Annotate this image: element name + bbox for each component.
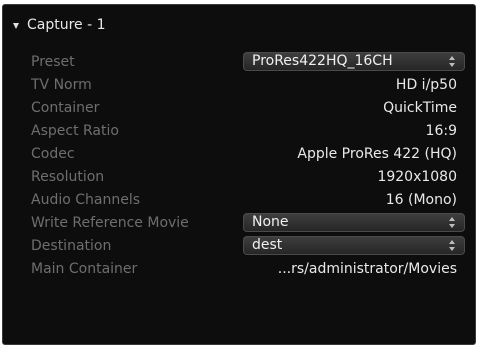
section-header[interactable]: Capture - 1 bbox=[13, 15, 106, 35]
row-write-reference-movie: Write Reference Movie None bbox=[3, 212, 475, 235]
up-down-stepper-icon bbox=[449, 240, 456, 251]
up-down-stepper-icon bbox=[449, 217, 456, 228]
codec-label: Codec bbox=[31, 146, 75, 162]
capture-panel: Capture - 1 Preset ProRes422HQ_16CH TV N… bbox=[2, 4, 476, 345]
resolution-value: 1920x1080 bbox=[377, 169, 457, 185]
container-value: QuickTime bbox=[383, 100, 457, 116]
aspect-ratio-label: Aspect Ratio bbox=[31, 123, 119, 139]
write-reference-movie-select[interactable]: None bbox=[243, 213, 465, 232]
properties-list: Preset ProRes422HQ_16CH TV Norm HD i/p50… bbox=[3, 51, 475, 281]
up-down-stepper-icon bbox=[449, 56, 456, 67]
write-reference-movie-select-value: None bbox=[252, 214, 289, 230]
destination-select[interactable]: dest bbox=[243, 236, 465, 255]
row-tv-norm: TV Norm HD i/p50 bbox=[3, 74, 475, 97]
tv-norm-label: TV Norm bbox=[31, 77, 92, 93]
audio-channels-value: 16 (Mono) bbox=[385, 192, 457, 208]
preset-select[interactable]: ProRes422HQ_16CH bbox=[243, 52, 465, 71]
row-resolution: Resolution 1920x1080 bbox=[3, 166, 475, 189]
codec-value: Apple ProRes 422 (HQ) bbox=[297, 146, 457, 162]
aspect-ratio-value: 16:9 bbox=[425, 123, 457, 139]
row-destination: Destination dest bbox=[3, 235, 475, 258]
destination-label: Destination bbox=[31, 238, 112, 254]
preset-label: Preset bbox=[31, 54, 75, 70]
row-main-container: Main Container ...rs/administrator/Movie… bbox=[3, 258, 475, 281]
row-container: Container QuickTime bbox=[3, 97, 475, 120]
resolution-label: Resolution bbox=[31, 169, 105, 185]
tv-norm-value: HD i/p50 bbox=[395, 77, 457, 93]
disclosure-triangle-icon[interactable] bbox=[13, 22, 19, 29]
row-codec: Codec Apple ProRes 422 (HQ) bbox=[3, 143, 475, 166]
row-audio-channels: Audio Channels 16 (Mono) bbox=[3, 189, 475, 212]
write-reference-movie-label: Write Reference Movie bbox=[31, 215, 189, 231]
container-label: Container bbox=[31, 100, 100, 116]
main-container-label: Main Container bbox=[31, 261, 138, 277]
row-aspect-ratio: Aspect Ratio 16:9 bbox=[3, 120, 475, 143]
row-preset: Preset ProRes422HQ_16CH bbox=[3, 51, 475, 74]
main-container-value: ...rs/administrator/Movies bbox=[277, 261, 457, 277]
audio-channels-label: Audio Channels bbox=[31, 192, 141, 208]
section-title: Capture - 1 bbox=[27, 17, 106, 33]
preset-select-value: ProRes422HQ_16CH bbox=[252, 53, 393, 69]
destination-select-value: dest bbox=[252, 237, 283, 253]
